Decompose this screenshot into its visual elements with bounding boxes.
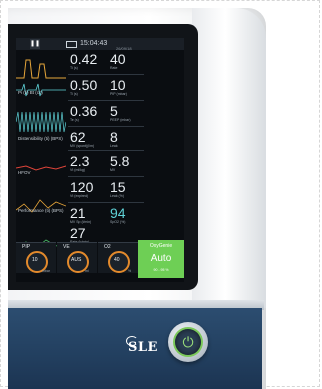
power-icon: ⏻ xyxy=(182,333,194,350)
param-o2[interactable]: O2 40 % xyxy=(98,242,138,273)
battery-icon xyxy=(66,41,77,48)
reading-5-a: 120 Vt (expired) xyxy=(70,179,94,198)
wave-label: Distensibility (ti) (BPS) xyxy=(18,136,63,141)
wave-label: Pi (ti) Bt (cc) xyxy=(18,90,43,95)
divider xyxy=(68,176,144,177)
divider xyxy=(68,150,144,151)
reading-3-a: 62 MV (spont)(l/m) xyxy=(70,129,95,148)
reading-1-b: 10 PIP (mbar) xyxy=(110,77,127,96)
ventilator-screen: ❚❚ 15:04:43 26/09/18 Pi (ti) Bt (cc) Dis… xyxy=(16,38,184,282)
pause-icon: ❚❚ xyxy=(30,41,41,47)
pressure-waveform xyxy=(16,59,66,79)
oxygenie-mode-panel[interactable]: OxyGenie Auto 90 - 95 % xyxy=(138,240,184,278)
reading-0-b: 40 Rate xyxy=(110,51,126,70)
reading-4-b: 5.8 MV xyxy=(110,153,130,172)
reading-5-b: 15 Leak (%) xyxy=(110,179,126,198)
clock: 15:04:43 xyxy=(80,40,108,47)
oscillation-waveform xyxy=(16,111,66,133)
wave-label: HFOV xyxy=(18,170,31,175)
reading-2-a: 0.36 Te (s) xyxy=(70,103,98,122)
reading-3-b: 8 Leak xyxy=(110,129,118,148)
divider xyxy=(68,202,144,203)
param-pip[interactable]: PIP 10 mbar xyxy=(16,242,56,273)
divider xyxy=(68,100,144,101)
divider xyxy=(68,74,144,75)
divider xyxy=(68,126,144,127)
reading-6-b: 94 SpO2 (%) xyxy=(110,205,126,224)
device-housing-side xyxy=(192,8,266,308)
wave-label: Performance (ti) (BPS) xyxy=(18,208,64,213)
param-ve[interactable]: VE AUS ml xyxy=(57,242,97,273)
reading-2-b: 5 PEEP (mbar) xyxy=(110,103,131,122)
mode-title: OxyGenie xyxy=(149,243,173,249)
reading-4-a: 2.3 Vt (ml/kg) xyxy=(70,153,90,172)
power-button[interactable]: ⏻ xyxy=(175,329,201,355)
mode-value: Auto xyxy=(150,253,172,264)
waveform-area xyxy=(16,59,66,249)
reading-0-a: 0.42 Ti (s) xyxy=(70,51,98,70)
reading-1-a: 0.50 Ti (s) xyxy=(70,77,98,96)
brand-logo: SLE xyxy=(128,340,158,355)
status-bar: ❚❚ 15:04:43 26/09/18 xyxy=(16,38,184,51)
reading-6-a: 21 MV Sp (l/min) xyxy=(70,205,92,224)
pause-button[interactable]: ❚❚ xyxy=(30,39,40,49)
mode-range: 90 - 95 % xyxy=(153,268,169,272)
